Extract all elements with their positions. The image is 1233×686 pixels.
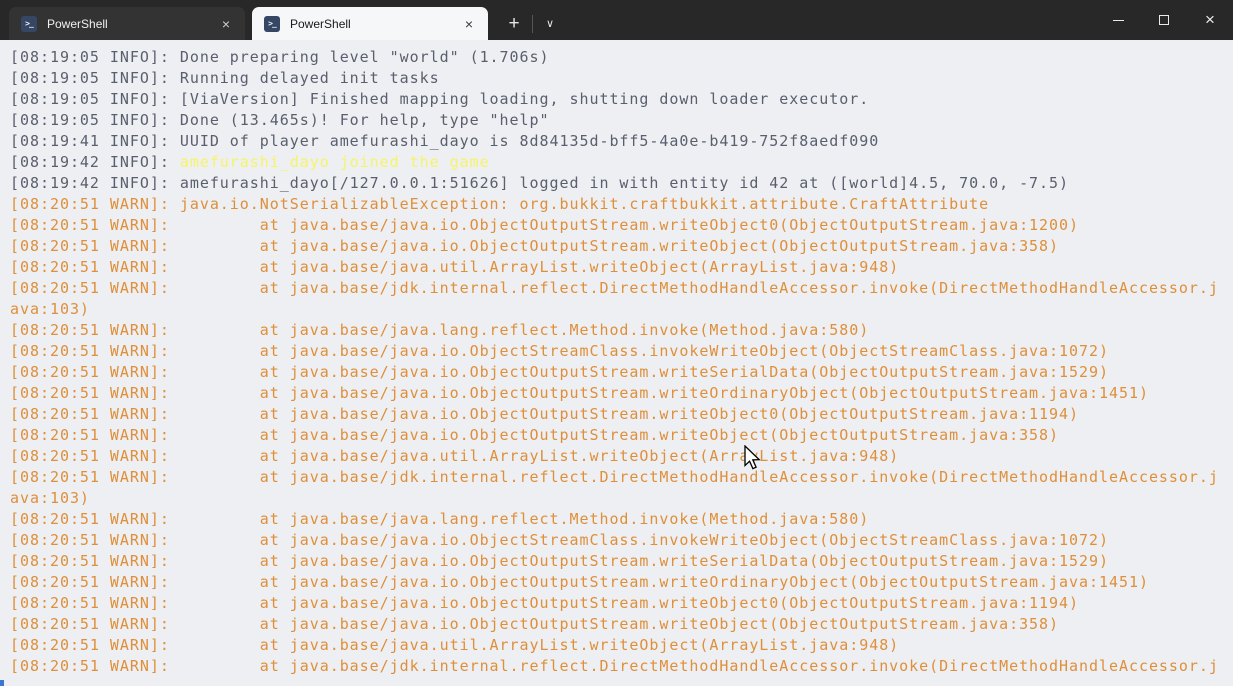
log-line: [08:20:51 WARN]: at java.base/jdk.intern…: [10, 657, 1219, 675]
minimize-button[interactable]: [1095, 0, 1141, 40]
log-line: [08:19:41 INFO]: UUID of player amefuras…: [10, 132, 880, 150]
log-line: [08:20:51 WARN]: at java.base/java.io.Ob…: [10, 615, 1060, 633]
titlebar: >_ PowerShell × >_ PowerShell × + ∨ ×: [0, 0, 1233, 40]
new-tab-button[interactable]: +: [496, 7, 532, 40]
log-line: [08:20:51 WARN]: at java.base/java.lang.…: [10, 321, 870, 339]
log-line: [08:20:51 WARN]: at java.base/java.io.Ob…: [10, 531, 1109, 549]
maximize-button[interactable]: [1141, 0, 1187, 40]
powershell-icon: >_: [21, 15, 37, 32]
log-line: [08:19:05 INFO]: Running delayed init ta…: [10, 69, 440, 87]
close-button[interactable]: ×: [1187, 0, 1233, 40]
log-line: [08:20:51 WARN]: java.io.NotSerializable…: [10, 195, 990, 213]
powershell-icon: >_: [264, 15, 280, 32]
close-icon: ×: [1205, 10, 1215, 29]
tab-close-icon[interactable]: ×: [215, 13, 237, 35]
log-line: [08:19:05 INFO]: [ViaVersion] Finished m…: [10, 90, 870, 108]
window-controls: ×: [1095, 0, 1233, 40]
maximize-icon: [1159, 15, 1169, 25]
minimize-icon: [1112, 19, 1124, 21]
log-line: [08:20:51 WARN]: at java.base/java.util.…: [10, 636, 900, 654]
log-line: [08:19:42 INFO]: amefurashi_dayo[/127.0.…: [10, 174, 1070, 192]
tab-powershell-1[interactable]: >_ PowerShell ×: [9, 7, 245, 40]
tab-dropdown-button[interactable]: ∨: [533, 7, 567, 40]
log-line: [08:20:51 WARN]: at java.base/java.io.Ob…: [10, 552, 1109, 570]
log-output: [08:19:05 INFO]: Done preparing level "w…: [0, 40, 1233, 677]
log-line: [08:20:51 WARN]: at java.base/java.util.…: [10, 447, 900, 465]
tab-title: PowerShell: [290, 16, 351, 31]
log-line: ava:103): [10, 489, 90, 507]
log-line: [08:20:51 WARN]: at java.base/java.io.Ob…: [10, 216, 1080, 234]
log-line: [08:20:51 WARN]: at java.base/java.io.Ob…: [10, 363, 1109, 381]
plus-icon: +: [508, 12, 520, 34]
log-line: [08:20:51 WARN]: at java.base/java.util.…: [10, 258, 900, 276]
log-line: [08:20:51 WARN]: at java.base/java.io.Ob…: [10, 573, 1149, 591]
log-line: [08:20:51 WARN]: at java.base/java.io.Ob…: [10, 342, 1109, 360]
log-line: [08:19:05 INFO]: Done (13.465s)! For hel…: [10, 111, 550, 129]
log-line: [08:20:51 WARN]: at java.base/java.io.Ob…: [10, 237, 1060, 255]
tab-strip: >_ PowerShell × >_ PowerShell × + ∨: [0, 0, 567, 40]
chevron-down-icon: ∨: [545, 18, 555, 30]
tab-close-icon[interactable]: ×: [458, 13, 480, 35]
log-line: [08:20:51 WARN]: at java.base/jdk.intern…: [10, 468, 1219, 486]
log-line: ava:103): [10, 300, 90, 318]
log-line: [08:20:51 WARN]: at java.base/java.lang.…: [10, 510, 870, 528]
log-line: [08:19:42 INFO]: amefurashi_dayo joined …: [10, 153, 490, 171]
log-line: [08:20:51 WARN]: at java.base/java.io.Ob…: [10, 405, 1080, 423]
log-line: [08:19:05 INFO]: Done preparing level "w…: [10, 48, 550, 66]
log-line: [08:20:51 WARN]: at java.base/java.io.Ob…: [10, 384, 1149, 402]
tab-powershell-2[interactable]: >_ PowerShell ×: [252, 7, 488, 40]
corner-artifact: [0, 680, 4, 686]
tab-title: PowerShell: [47, 16, 108, 31]
log-line: [08:20:51 WARN]: at java.base/java.io.Ob…: [10, 594, 1080, 612]
log-line: [08:20:51 WARN]: at java.base/java.io.Ob…: [10, 426, 1060, 444]
log-line: [08:20:51 WARN]: at java.base/jdk.intern…: [10, 279, 1219, 297]
terminal-viewport[interactable]: [08:19:05 INFO]: Done preparing level "w…: [0, 40, 1233, 686]
